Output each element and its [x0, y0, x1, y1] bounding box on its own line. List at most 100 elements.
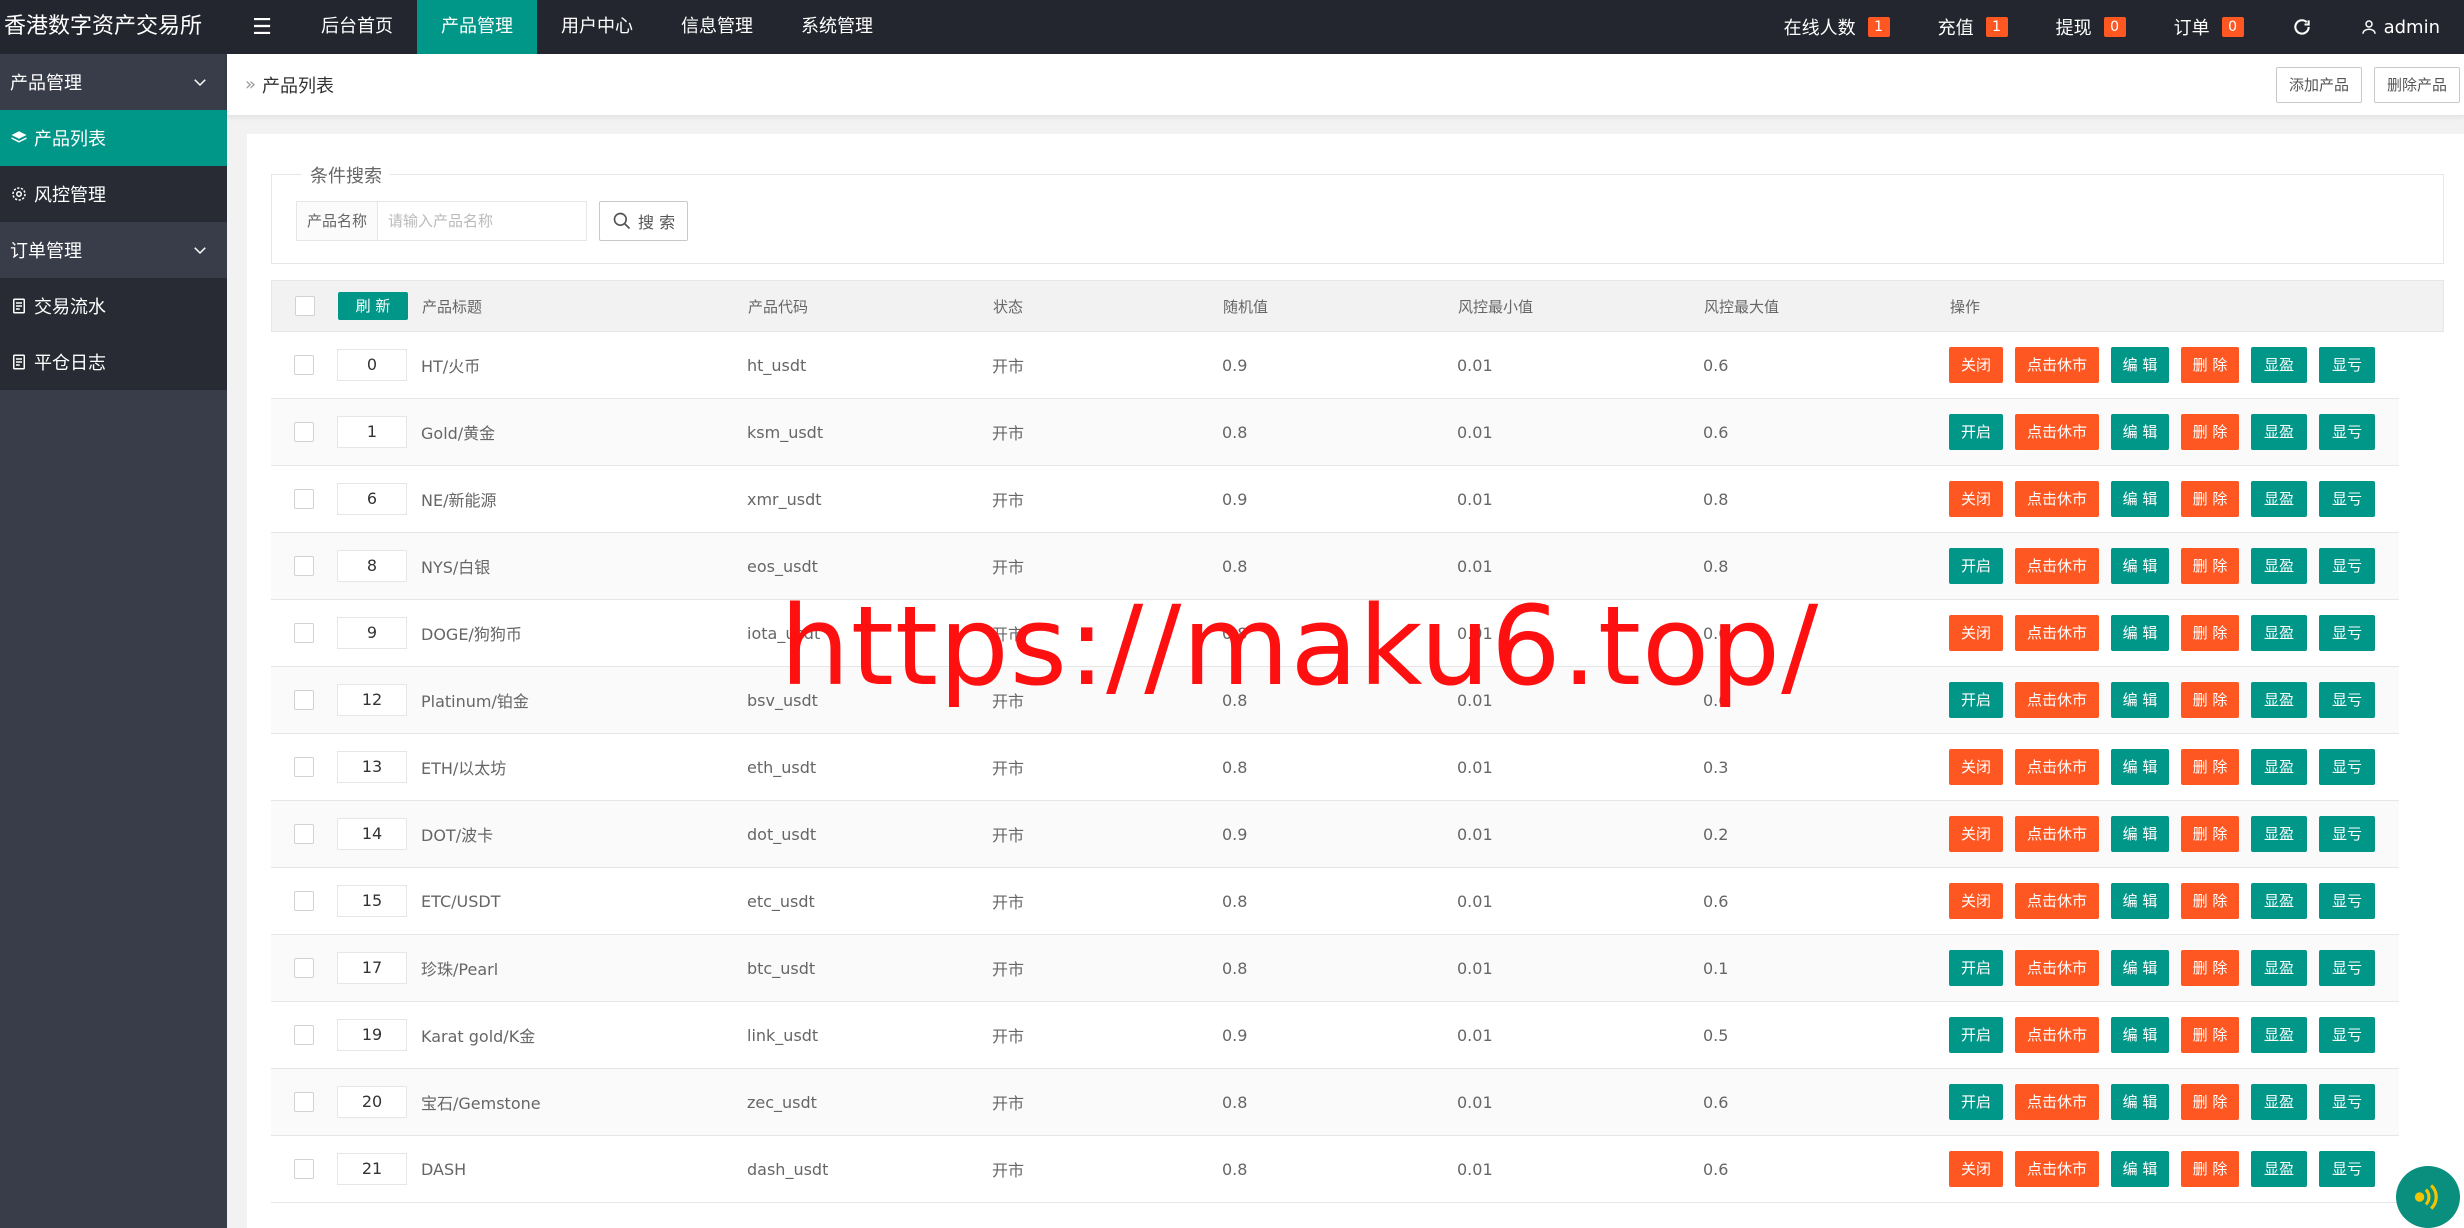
- show-profit-button[interactable]: 显盈: [2251, 414, 2307, 450]
- toggle-button[interactable]: 关闭: [1949, 1151, 2003, 1187]
- edit-button[interactable]: 编 辑: [2111, 1151, 2169, 1187]
- edit-button[interactable]: 编 辑: [2111, 682, 2169, 718]
- edit-button[interactable]: 编 辑: [2111, 816, 2169, 852]
- toggle-button[interactable]: 开启: [1949, 950, 2003, 986]
- row-checkbox[interactable]: [294, 690, 314, 710]
- show-loss-button[interactable]: 显亏: [2319, 883, 2375, 919]
- show-loss-button[interactable]: 显亏: [2319, 749, 2375, 785]
- rest-market-button[interactable]: 点击休市: [2015, 1151, 2099, 1187]
- edit-button[interactable]: 编 辑: [2111, 883, 2169, 919]
- toggle-button[interactable]: 开启: [1949, 682, 2003, 718]
- sidebar-item[interactable]: 平仓日志: [0, 334, 227, 390]
- sidebar-item[interactable]: 风控管理: [0, 166, 227, 222]
- delete-button[interactable]: 删 除: [2181, 347, 2239, 383]
- show-profit-button[interactable]: 显盈: [2251, 883, 2307, 919]
- edit-button[interactable]: 编 辑: [2111, 347, 2169, 383]
- show-profit-button[interactable]: 显盈: [2251, 1151, 2307, 1187]
- delete-button[interactable]: 删 除: [2181, 883, 2239, 919]
- menu-toggle-button[interactable]: ☰: [227, 0, 297, 54]
- row-checkbox[interactable]: [294, 422, 314, 442]
- sidebar-item[interactable]: 交易流水: [0, 278, 227, 334]
- show-loss-button[interactable]: 显亏: [2319, 816, 2375, 852]
- toggle-button[interactable]: 开启: [1949, 414, 2003, 450]
- recharge-link[interactable]: 充值 1: [1914, 0, 2032, 54]
- delete-button[interactable]: 删 除: [2181, 749, 2239, 785]
- show-profit-button[interactable]: 显盈: [2251, 816, 2307, 852]
- sort-order-input[interactable]: 12: [337, 684, 407, 716]
- edit-button[interactable]: 编 辑: [2111, 1017, 2169, 1053]
- delete-button[interactable]: 删 除: [2181, 1084, 2239, 1120]
- top-nav-item[interactable]: 用户中心: [537, 0, 657, 54]
- rest-market-button[interactable]: 点击休市: [2015, 615, 2099, 651]
- toggle-button[interactable]: 开启: [1949, 1017, 2003, 1053]
- show-profit-button[interactable]: 显盈: [2251, 347, 2307, 383]
- show-loss-button[interactable]: 显亏: [2319, 481, 2375, 517]
- delete-button[interactable]: 删 除: [2181, 1017, 2239, 1053]
- rest-market-button[interactable]: 点击休市: [2015, 816, 2099, 852]
- sidebar-group-orders[interactable]: 订单管理: [0, 222, 227, 278]
- edit-button[interactable]: 编 辑: [2111, 548, 2169, 584]
- sort-order-input[interactable]: 21: [337, 1153, 407, 1185]
- user-menu[interactable]: admin: [2336, 0, 2464, 54]
- assistant-float-button[interactable]: [2396, 1166, 2460, 1228]
- edit-button[interactable]: 编 辑: [2111, 1084, 2169, 1120]
- sort-order-input[interactable]: 13: [337, 751, 407, 783]
- delete-product-button[interactable]: 删除产品: [2373, 66, 2460, 103]
- row-checkbox[interactable]: [294, 1092, 314, 1112]
- delete-button[interactable]: 删 除: [2181, 950, 2239, 986]
- delete-button[interactable]: 删 除: [2181, 682, 2239, 718]
- rest-market-button[interactable]: 点击休市: [2015, 883, 2099, 919]
- show-loss-button[interactable]: 显亏: [2319, 548, 2375, 584]
- show-loss-button[interactable]: 显亏: [2319, 1084, 2375, 1120]
- show-loss-button[interactable]: 显亏: [2319, 615, 2375, 651]
- toggle-button[interactable]: 关闭: [1949, 883, 2003, 919]
- toggle-button[interactable]: 关闭: [1949, 749, 2003, 785]
- edit-button[interactable]: 编 辑: [2111, 950, 2169, 986]
- sidebar-item[interactable]: 产品列表: [0, 110, 227, 166]
- top-nav-item[interactable]: 产品管理: [417, 0, 537, 54]
- sort-order-input[interactable]: 19: [337, 1019, 407, 1051]
- toggle-button[interactable]: 开启: [1949, 548, 2003, 584]
- toggle-button[interactable]: 关闭: [1949, 615, 2003, 651]
- refresh-button[interactable]: [2268, 0, 2336, 54]
- sort-order-input[interactable]: 9: [337, 617, 407, 649]
- online-users[interactable]: 在线人数 1: [1760, 0, 1914, 54]
- withdraw-link[interactable]: 提现 0: [2032, 0, 2150, 54]
- sort-order-input[interactable]: 17: [337, 952, 407, 984]
- show-profit-button[interactable]: 显盈: [2251, 950, 2307, 986]
- show-profit-button[interactable]: 显盈: [2251, 548, 2307, 584]
- sort-order-input[interactable]: 14: [337, 818, 407, 850]
- show-profit-button[interactable]: 显盈: [2251, 749, 2307, 785]
- edit-button[interactable]: 编 辑: [2111, 481, 2169, 517]
- sort-order-input[interactable]: 20: [337, 1086, 407, 1118]
- top-nav-item[interactable]: 信息管理: [657, 0, 777, 54]
- search-button[interactable]: 搜 索: [599, 201, 689, 241]
- row-checkbox[interactable]: [294, 355, 314, 375]
- show-loss-button[interactable]: 显亏: [2319, 347, 2375, 383]
- row-checkbox[interactable]: [294, 556, 314, 576]
- delete-button[interactable]: 删 除: [2181, 816, 2239, 852]
- add-product-button[interactable]: 添加产品: [2275, 66, 2362, 103]
- row-checkbox[interactable]: [294, 489, 314, 509]
- delete-button[interactable]: 删 除: [2181, 414, 2239, 450]
- top-nav-item[interactable]: 系统管理: [777, 0, 897, 54]
- row-checkbox[interactable]: [294, 1025, 314, 1045]
- sort-order-input[interactable]: 1: [337, 416, 407, 448]
- row-checkbox[interactable]: [294, 623, 314, 643]
- rest-market-button[interactable]: 点击休市: [2015, 414, 2099, 450]
- sort-order-input[interactable]: 15: [337, 885, 407, 917]
- top-nav-item[interactable]: 后台首页: [297, 0, 417, 54]
- refresh-order-button[interactable]: 刷 新: [338, 292, 408, 320]
- row-checkbox[interactable]: [294, 824, 314, 844]
- delete-button[interactable]: 删 除: [2181, 1151, 2239, 1187]
- delete-button[interactable]: 删 除: [2181, 548, 2239, 584]
- sort-order-input[interactable]: 8: [337, 550, 407, 582]
- row-checkbox[interactable]: [294, 891, 314, 911]
- sort-order-input[interactable]: 0: [337, 349, 407, 381]
- edit-button[interactable]: 编 辑: [2111, 749, 2169, 785]
- edit-button[interactable]: 编 辑: [2111, 615, 2169, 651]
- rest-market-button[interactable]: 点击休市: [2015, 481, 2099, 517]
- show-loss-button[interactable]: 显亏: [2319, 682, 2375, 718]
- show-loss-button[interactable]: 显亏: [2319, 950, 2375, 986]
- show-profit-button[interactable]: 显盈: [2251, 481, 2307, 517]
